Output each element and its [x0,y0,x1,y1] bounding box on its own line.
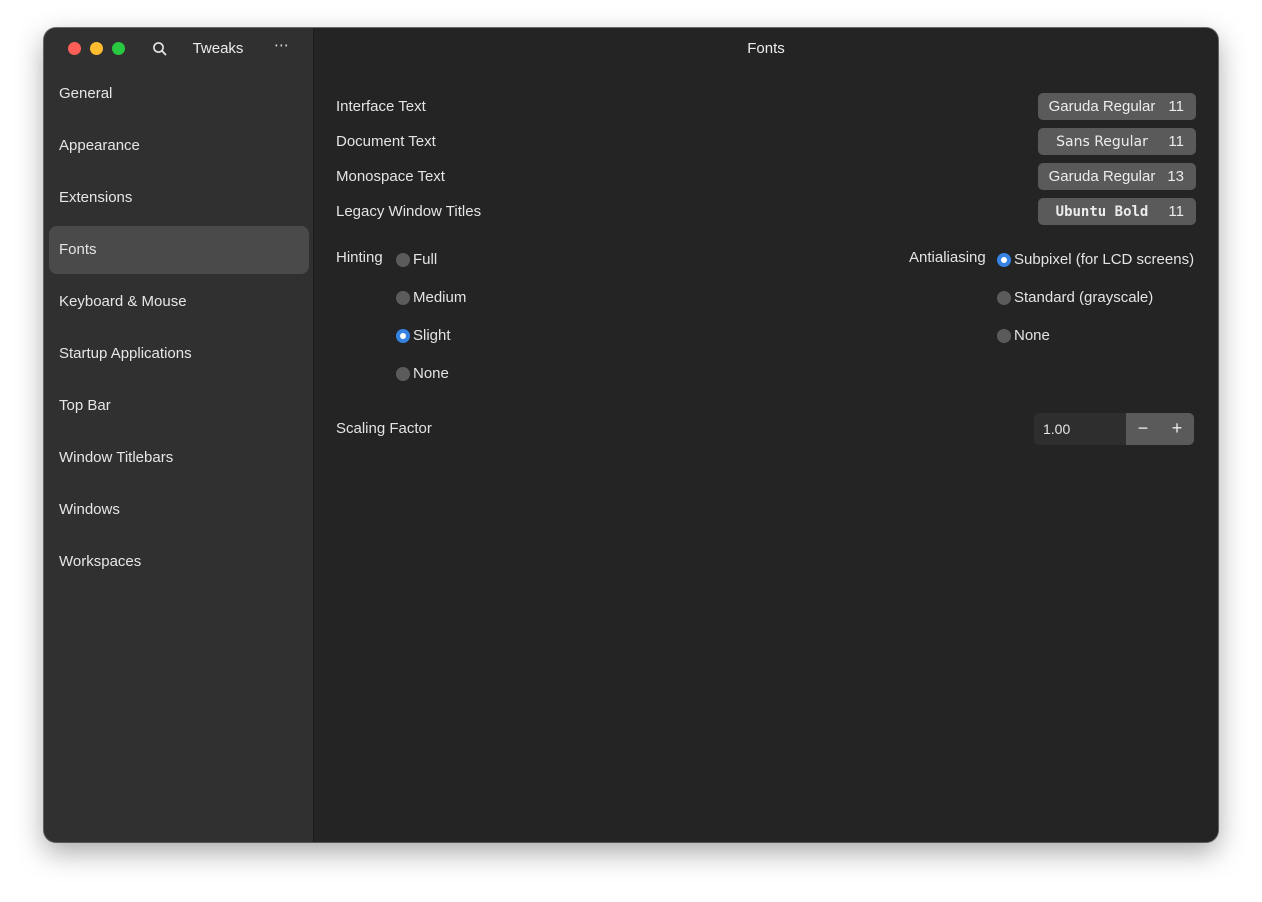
minimize-window-button[interactable] [90,42,103,55]
legacy-titles-font-button[interactable]: Ubuntu Bold 11 [1038,198,1196,225]
main-menu-button[interactable]: ⋯ [270,37,294,59]
more-icon: ⋯ [274,37,290,54]
document-font-button[interactable]: Sans Regular 11 [1038,128,1196,155]
tweaks-window: Tweaks ⋯ General Appearance Extensions F… [44,28,1218,842]
hinting-label: Hinting [336,249,383,266]
scaling-factor-input[interactable]: 1.00 [1034,413,1126,445]
radio-label: Medium [413,289,467,306]
sidebar-item-general[interactable]: General [49,70,309,118]
sidebar-item-fonts[interactable]: Fonts [49,226,309,274]
increase-button[interactable]: + [1160,413,1194,445]
sidebar-item-window-titlebars[interactable]: Window Titlebars [49,434,309,482]
radio-indicator [396,367,410,381]
sidebar-item-keyboard-mouse[interactable]: Keyboard & Mouse [49,278,309,326]
font-row-interface: Interface Text Garuda Regular 11 [336,93,1196,121]
radio-label: None [1014,327,1050,344]
legacy-window-titles-label: Legacy Window Titles [336,203,482,220]
font-row-monospace: Monospace Text Garuda Regular 13 [336,163,1196,191]
app-title: Tweaks [192,40,244,57]
content-pane: Fonts Interface Text Garuda Regular 11 D… [314,28,1218,842]
radio-indicator [396,291,410,305]
interface-text-label: Interface Text [336,98,426,115]
sidebar-item-top-bar[interactable]: Top Bar [49,382,309,430]
radio-indicator [997,253,1011,267]
maximize-window-button[interactable] [112,42,125,55]
sidebar-item-windows[interactable]: Windows [49,486,309,534]
radio-label: Slight [413,327,451,344]
radio-label: Standard (grayscale) [1014,289,1154,306]
scaling-factor-spinbutton: 1.00 − + [1034,413,1194,445]
close-window-button[interactable] [68,42,81,55]
document-text-label: Document Text [336,133,436,150]
font-name: Ubuntu Bold [1055,204,1149,220]
monospace-font-button[interactable]: Garuda Regular 13 [1038,163,1196,190]
antialiasing-label: Antialiasing [909,249,986,266]
sidebar-header: Tweaks ⋯ [44,28,313,70]
search-icon [153,42,167,56]
sidebar-item-startup-applications[interactable]: Startup Applications [49,330,309,378]
radio-indicator [396,253,410,267]
sidebar-item-extensions[interactable]: Extensions [49,174,309,222]
radio-label: Subpixel (for LCD screens) [1014,251,1195,268]
font-size: 13 [1167,168,1184,185]
scaling-factor-label: Scaling Factor [336,420,432,437]
radio-indicator [396,329,410,343]
font-row-legacy-titles: Legacy Window Titles Ubuntu Bold 11 [336,198,1196,226]
sidebar-item-workspaces[interactable]: Workspaces [49,538,309,586]
monospace-text-label: Monospace Text [336,168,445,185]
radio-label: None [413,365,449,382]
radio-indicator [997,329,1011,343]
page-title: Fonts [747,40,785,57]
font-size: 11 [1168,133,1184,150]
font-row-document: Document Text Sans Regular 11 [336,128,1196,156]
radio-indicator [997,291,1011,305]
search-button[interactable] [150,39,170,59]
font-name: Garuda Regular [1048,98,1156,115]
radio-label: Full [413,251,438,268]
interface-font-button[interactable]: Garuda Regular 11 [1038,93,1196,120]
sidebar-item-appearance[interactable]: Appearance [49,122,309,170]
decrease-button[interactable]: − [1126,413,1160,445]
font-size: 11 [1168,203,1184,220]
sidebar: Tweaks ⋯ General Appearance Extensions F… [44,28,314,842]
font-name: Sans Regular [1056,134,1148,150]
font-size: 11 [1168,98,1184,115]
sidebar-nav: General Appearance Extensions Fonts Keyb… [49,70,309,590]
font-name: Garuda Regular [1048,168,1156,185]
